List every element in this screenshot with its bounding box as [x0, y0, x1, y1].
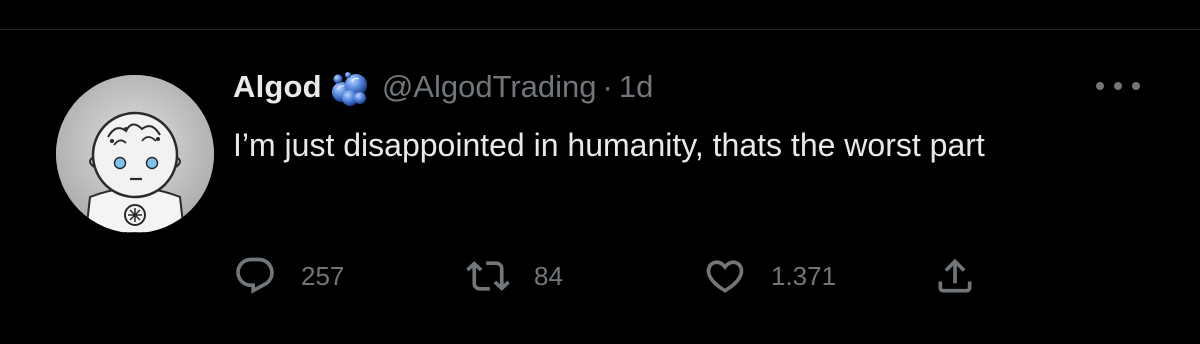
tweet[interactable]: Algod @AlgodTrading · 1d I’m just disapp… [0, 30, 1200, 344]
tweet-header: Algod @AlgodTrading · 1d [233, 66, 653, 108]
tweet-text: I’m just disappointed in humanity, thats… [233, 127, 985, 163]
action-bar: 257 84 1.371 [233, 250, 993, 302]
author-handle[interactable]: @AlgodTrading [382, 69, 597, 105]
separator-dot: · [602, 69, 613, 104]
reply-icon [236, 257, 274, 294]
reply-count: 257 [301, 260, 345, 291]
more-dots-icon[interactable] [1096, 76, 1140, 96]
like-button[interactable]: 1.371 [703, 250, 836, 302]
heart-icon [706, 260, 744, 293]
retweet-button[interactable]: 84 [466, 250, 563, 302]
avatar-image [56, 75, 214, 233]
retweet-count: 84 [534, 260, 563, 291]
more-dot [1096, 82, 1104, 90]
more-dot [1114, 82, 1122, 90]
author-name[interactable]: Algod [233, 69, 322, 105]
reply-button[interactable]: 257 [233, 250, 344, 302]
share-icon [938, 258, 972, 293]
like-count: 1.371 [771, 260, 837, 291]
more-dot [1132, 82, 1140, 90]
avatar[interactable] [56, 75, 214, 233]
retweet-icon [466, 261, 510, 291]
blue-bubbles-icon [326, 67, 372, 107]
share-button[interactable] [933, 250, 977, 302]
timestamp[interactable]: 1d [619, 69, 653, 105]
